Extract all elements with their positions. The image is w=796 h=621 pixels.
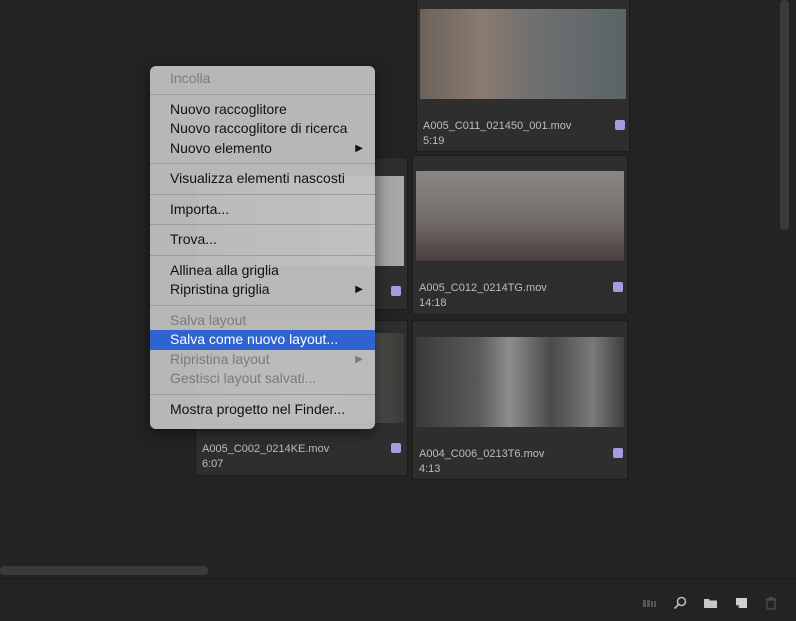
menu-item-reveal-finder[interactable]: Mostra progetto nel Finder... <box>150 400 375 420</box>
clip-name: A005_C002_0214KE.mov <box>202 443 330 455</box>
menu-item-label: Ripristina griglia <box>170 281 270 297</box>
trash-icon[interactable] <box>764 596 778 610</box>
menu-separator <box>150 393 375 395</box>
menu-separator <box>150 193 375 195</box>
clip-duration: 4:13 <box>419 463 441 475</box>
context-menu: Incolla Nuovo raccoglitore Nuovo raccogl… <box>150 66 375 429</box>
label-color-swatch[interactable] <box>391 443 401 453</box>
clip-thumbnail <box>416 337 624 427</box>
menu-item-manage-layouts: Gestisci layout salvati... <box>170 370 317 386</box>
clip-duration: 14:18 <box>419 297 447 309</box>
submenu-arrow-icon: ▶ <box>355 353 363 365</box>
menu-item-new-search-bin[interactable]: Nuovo raccoglitore di ricerca <box>150 119 375 139</box>
menu-separator <box>150 163 375 164</box>
clip-name: A005_C012_0214TG.mov <box>419 282 547 294</box>
menu-item-import[interactable]: Importa... <box>150 200 375 220</box>
clip-thumbnail <box>416 171 624 261</box>
menu-item-reset-layout: Ripristina layout ▶ <box>150 350 375 370</box>
horizontal-scrollbar[interactable] <box>0 566 208 575</box>
new-bin-folder-icon[interactable] <box>703 596 717 610</box>
clip-card[interactable]: A004_C006_0213T6.mov 4:13 <box>412 320 628 480</box>
menu-item-show-hidden[interactable]: Visualizza elementi nascosti <box>150 169 375 189</box>
vertical-scrollbar[interactable] <box>780 0 789 230</box>
clip-card[interactable]: A005_C011_021450_001.mov 5:19 <box>416 0 630 152</box>
clip-card[interactable]: A005_C012_0214TG.mov 14:18 <box>412 155 628 315</box>
clip-name: A005_C011_021450_001.mov <box>423 120 572 132</box>
label-color-swatch[interactable] <box>391 286 401 296</box>
menu-separator <box>150 93 375 95</box>
sort-icons-icon[interactable] <box>642 596 656 610</box>
new-item-icon[interactable] <box>734 596 748 610</box>
menu-item-new-bin[interactable]: Nuovo raccoglitore <box>150 100 375 120</box>
clip-duration: 5:19 <box>423 135 445 147</box>
menu-item-label: Nuovo elemento <box>170 139 272 156</box>
menu-item-new-item[interactable]: Nuovo elemento ▶ <box>150 139 375 159</box>
menu-item-align-grid[interactable]: Allinea alla griglia <box>150 261 375 281</box>
clip-duration: 6:07 <box>202 458 224 470</box>
label-color-swatch[interactable] <box>613 448 623 458</box>
menu-separator <box>150 224 375 225</box>
menu-item-find[interactable]: Trova... <box>150 230 375 250</box>
menu-separator <box>150 304 375 306</box>
clip-thumbnail <box>420 9 626 99</box>
menu-item-paste: Incolla <box>170 70 211 86</box>
menu-item-label: Ripristina layout <box>170 350 270 367</box>
label-color-swatch[interactable] <box>615 120 625 130</box>
menu-item-save-layout: Salva layout <box>170 311 247 328</box>
menu-item-reset-grid[interactable]: Ripristina griglia ▶ <box>150 280 375 300</box>
search-icon[interactable] <box>673 596 687 610</box>
label-color-swatch[interactable] <box>613 282 623 292</box>
clip-name: A004_C006_0213T6.mov <box>419 448 545 460</box>
menu-item-save-new-layout[interactable]: Salva come nuovo layout... <box>150 330 375 350</box>
submenu-arrow-icon: ▶ <box>355 284 363 295</box>
menu-separator <box>150 254 375 256</box>
submenu-arrow-icon: ▶ <box>355 142 363 154</box>
